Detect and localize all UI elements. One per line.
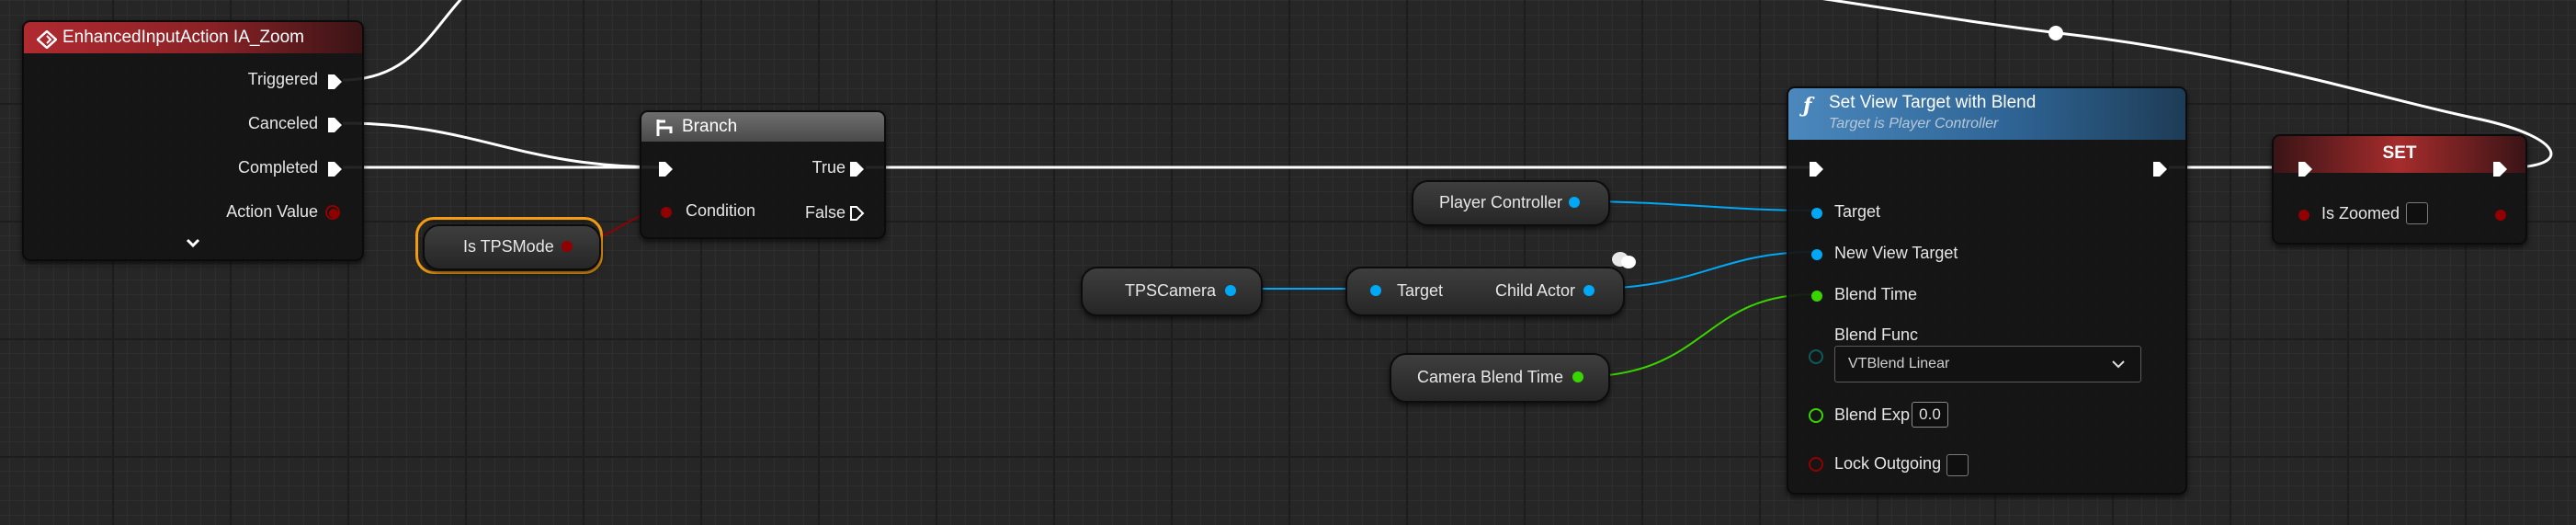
branch-icon <box>654 119 675 143</box>
float-pin-blend-time[interactable] <box>1809 288 1823 302</box>
player-controller-node[interactable]: Player Controller <box>1412 180 1610 226</box>
bool-pin-is-zoomed-in[interactable] <box>2296 207 2310 222</box>
set-view-target-title: Set View Target with Blend <box>1829 93 2037 112</box>
chevron-down-icon <box>2111 359 2126 375</box>
is-zoomed-checkbox[interactable] <box>2406 202 2428 224</box>
pin-label-completed: Completed <box>237 158 318 177</box>
bool-pin-action-value[interactable] <box>325 205 340 220</box>
pin-label-triggered: Triggered <box>247 70 318 88</box>
pin-label-is-zoomed: Is Zoomed <box>2321 204 2400 223</box>
chevron-down-icon[interactable] <box>186 237 200 254</box>
lock-outgoing-checkbox[interactable] <box>1946 454 1969 476</box>
child-actor-output-label: Child Actor <box>1494 281 1575 300</box>
exec-wire-canceled <box>342 121 667 169</box>
pin-label-target: Target <box>1834 202 1881 221</box>
set-view-target-subtitle: Target is Player Controller <box>1829 116 1999 131</box>
tps-camera-label: TPSCamera <box>1125 281 1217 300</box>
float-pin-camera-blend-time[interactable] <box>1570 369 1584 383</box>
camera-blend-time-node[interactable]: Camera Blend Time <box>1390 353 1610 403</box>
float-pin-blend-exp[interactable] <box>1809 408 1823 423</box>
set-view-target-header[interactable]: ƒ Set View Target with Blend Target is P… <box>1788 88 2185 140</box>
enum-pin-blend-func[interactable] <box>1809 349 1823 364</box>
pin-label-blend-exp: Blend Exp <box>1834 405 1911 424</box>
set-zoomed-node[interactable]: SET Is Zoomed <box>2272 134 2527 245</box>
input-action-header[interactable]: EnhancedInputAction IA_Zoom <box>24 22 362 53</box>
blend-exp-input[interactable]: 0.0 <box>1912 402 1948 428</box>
input-action-icon <box>37 29 57 50</box>
branch-title: Branch <box>682 117 738 136</box>
pin-label-condition: Condition <box>686 201 756 220</box>
pin-label-blend-func: Blend Func <box>1834 325 1919 344</box>
camera-blend-time-label: Camera Blend Time <box>1417 368 1564 386</box>
object-wire-player-controller <box>1576 200 1816 211</box>
object-pin-child-actor-output[interactable] <box>1581 282 1595 297</box>
bool-pin-condition[interactable] <box>658 204 673 219</box>
tps-camera-node[interactable]: TPSCamera <box>1081 267 1263 316</box>
player-controller-label: Player Controller <box>1439 193 1563 211</box>
set-view-target-node[interactable]: ƒ Set View Target with Blend Target is P… <box>1787 86 2187 495</box>
set-zoomed-title: SET <box>2382 143 2417 163</box>
pin-label-true: True <box>811 158 845 177</box>
pin-label-lock-outgoing: Lock Outgoing <box>1834 454 1942 473</box>
is-tps-mode-node[interactable]: Is TPSMode <box>423 224 601 270</box>
pin-label-false: False <box>804 203 845 222</box>
object-pin-target[interactable] <box>1809 205 1823 220</box>
bool-pin-is-tps-mode[interactable] <box>559 238 573 253</box>
blend-func-value: VTBlend Linear <box>1848 356 1950 371</box>
object-pin-child-actor-target[interactable] <box>1367 282 1382 297</box>
branch-node[interactable]: Branch True Condition False <box>640 110 886 239</box>
pure-function-bubble-icon <box>1610 248 1638 275</box>
wire-layer <box>342 0 2553 378</box>
set-zoomed-header[interactable]: SET <box>2274 136 2525 173</box>
object-pin-new-view-target[interactable] <box>1809 246 1823 261</box>
is-tps-mode-label: Is TPSMode <box>463 237 554 256</box>
pin-label-blend-time: Blend Time <box>1834 285 1918 303</box>
pin-label-new-view-target: New View Target <box>1834 244 1958 262</box>
function-icon: ƒ <box>1803 94 1812 118</box>
object-pin-player-controller[interactable] <box>1566 194 1581 209</box>
object-pin-tps-camera[interactable] <box>1222 282 1237 297</box>
pin-label-canceled: Canceled <box>247 114 318 132</box>
branch-header[interactable]: Branch <box>641 112 884 142</box>
bool-pin-lock-outgoing[interactable] <box>1809 457 1823 472</box>
reroute-knot <box>2048 26 2063 40</box>
child-actor-node[interactable]: Target Child Actor <box>1345 267 1625 316</box>
child-actor-target-label: Target <box>1397 281 1444 300</box>
bool-pin-is-zoomed-out[interactable] <box>2492 207 2507 222</box>
blend-func-dropdown[interactable]: VTBlend Linear <box>1834 346 2141 382</box>
pin-label-action-value: Action Value <box>226 202 318 221</box>
input-action-title: EnhancedInputAction IA_Zoom <box>62 28 305 47</box>
input-action-node[interactable]: EnhancedInputAction IA_Zoom Triggered Ca… <box>22 20 364 261</box>
